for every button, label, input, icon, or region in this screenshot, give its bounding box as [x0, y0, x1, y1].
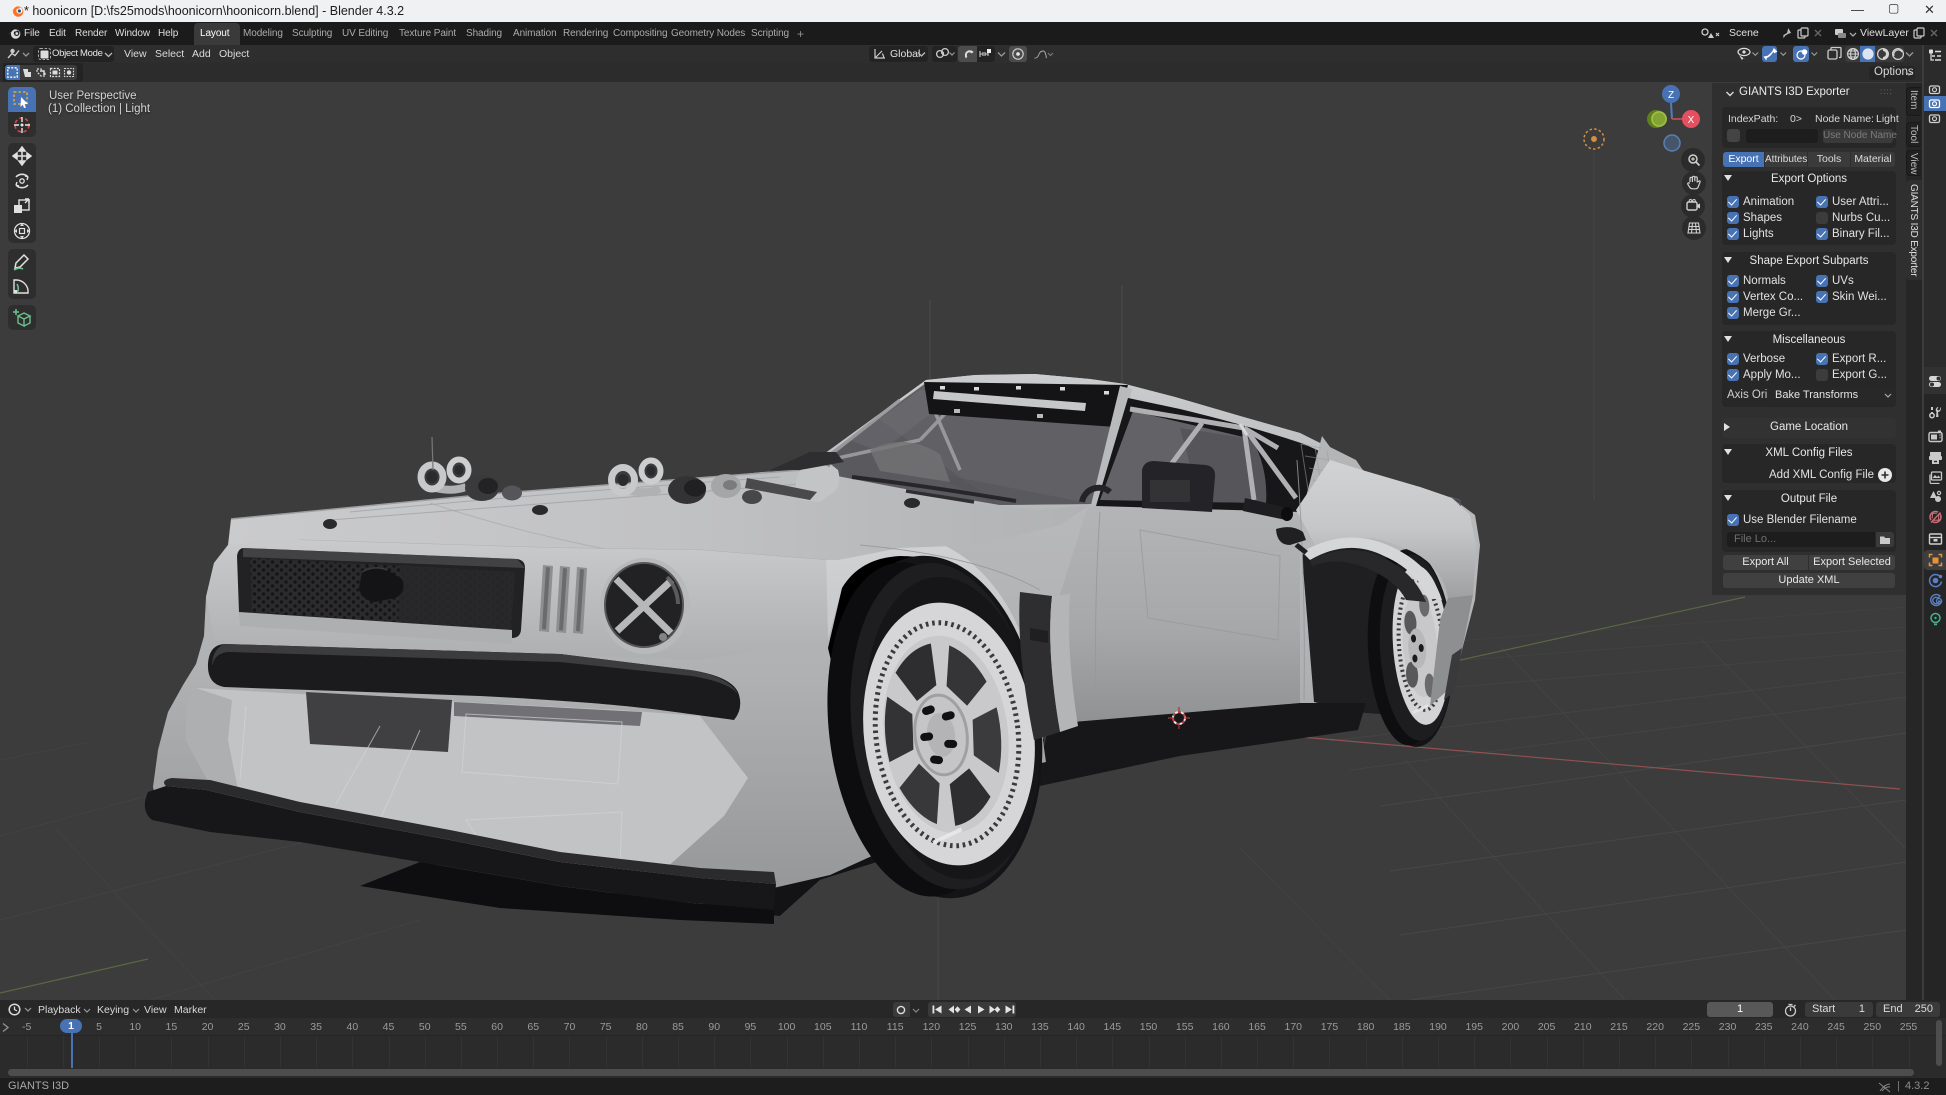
svg-text:X: X	[1688, 115, 1695, 126]
svg-text:Z: Z	[1668, 90, 1674, 101]
